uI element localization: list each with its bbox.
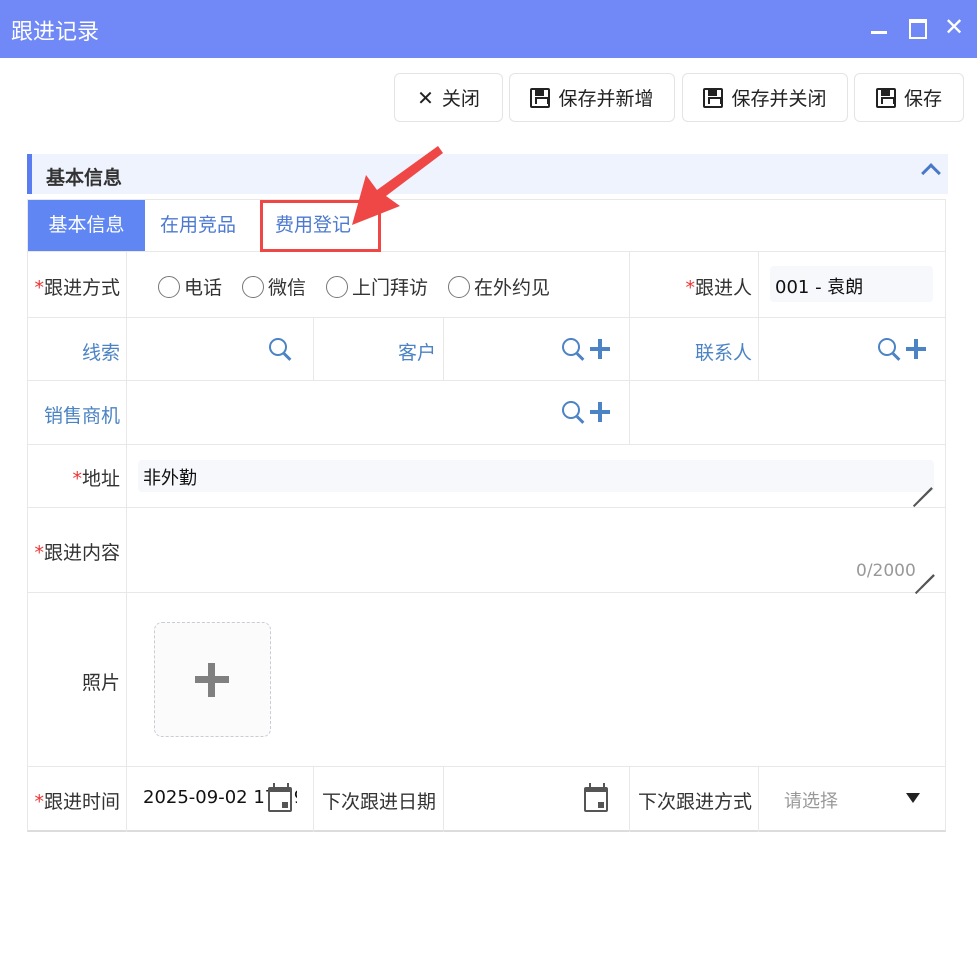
save-icon	[703, 87, 724, 108]
save-icon	[530, 87, 551, 108]
save-and-close-button[interactable]: 保存并关闭	[682, 73, 848, 122]
radio-circle-icon[interactable]	[242, 275, 265, 298]
time-label: *跟进时间	[34, 791, 120, 813]
minimize-icon[interactable]	[864, 12, 894, 42]
annotation-highlight-box	[260, 200, 381, 252]
close-button[interactable]: ✕ 关闭	[394, 73, 503, 122]
plus-icon	[195, 663, 229, 697]
contact-label[interactable]: 联系人	[630, 338, 752, 365]
calendar-icon[interactable]	[584, 783, 608, 812]
maximize-icon[interactable]	[901, 12, 931, 42]
save-icon	[875, 87, 896, 108]
dropdown-caret-icon[interactable]	[906, 793, 920, 803]
save-button[interactable]: 保存	[854, 73, 964, 122]
resize-handle-icon[interactable]	[908, 550, 935, 595]
method-label: *跟进方式	[34, 277, 120, 299]
opportunity-search-icon[interactable]	[562, 401, 586, 425]
radio-phone[interactable]: 电话	[158, 273, 222, 300]
address-label: *地址	[72, 468, 120, 490]
close-button-label: 关闭	[441, 88, 480, 110]
chevron-up-icon[interactable]	[921, 163, 941, 183]
radio-circle-icon[interactable]	[158, 275, 180, 298]
radio-meet[interactable]: 在外约见	[448, 273, 550, 300]
radio-wechat[interactable]: 微信	[242, 273, 306, 300]
save-and-new-button[interactable]: 保存并新增	[509, 73, 675, 122]
follower-label: *跟进人	[685, 277, 752, 299]
tab-basic-info[interactable]: 基本信息	[28, 200, 145, 251]
method-radio-group: 电话 微信 上门拜访 在外约见	[158, 273, 570, 300]
photo-label: 照片	[81, 672, 120, 694]
radio-circle-icon[interactable]	[326, 275, 349, 298]
save-and-close-label: 保存并关闭	[731, 88, 827, 110]
content-label: *跟进内容	[34, 542, 120, 564]
content-textarea[interactable]	[136, 512, 936, 586]
radio-visit[interactable]: 上门拜访	[326, 273, 428, 300]
next-method-select[interactable]: 请选择	[784, 787, 838, 813]
next-date-label: 下次跟进日期	[321, 791, 436, 813]
contact-search-icon[interactable]	[878, 338, 902, 362]
x-icon: ✕	[417, 85, 434, 110]
follower-field[interactable]: 001 - 袁朗	[770, 266, 933, 302]
tab-competitors[interactable]: 在用竞品	[145, 200, 251, 251]
tab-bar: 基本信息 在用竞品 费用登记	[27, 199, 946, 251]
next-method-label: 下次跟进方式	[637, 791, 752, 813]
section-header[interactable]: 基本信息	[27, 154, 948, 194]
photo-upload-button[interactable]	[154, 622, 271, 737]
content-counter: 0/2000	[856, 561, 916, 581]
resize-handle-icon[interactable]	[906, 463, 933, 508]
save-button-label: 保存	[903, 88, 942, 110]
customer-add-icon[interactable]	[590, 339, 610, 359]
title-bar: 跟进记录 ✕	[0, 0, 977, 58]
address-field[interactable]: 非外勤	[138, 460, 934, 492]
window-title: 跟进记录	[11, 20, 100, 45]
contact-add-icon[interactable]	[906, 339, 926, 359]
save-and-new-label: 保存并新增	[558, 88, 654, 110]
calendar-icon[interactable]	[268, 783, 292, 812]
radio-circle-icon[interactable]	[448, 275, 471, 298]
customer-search-icon[interactable]	[562, 338, 586, 362]
close-icon[interactable]: ✕	[939, 12, 969, 42]
lead-label[interactable]: 线索	[27, 338, 120, 365]
opportunity-label[interactable]: 销售商机	[27, 401, 120, 428]
customer-label[interactable]: 客户	[314, 338, 436, 365]
section-title: 基本信息	[46, 167, 123, 189]
opportunity-add-icon[interactable]	[590, 402, 610, 422]
lead-search-icon[interactable]	[269, 338, 293, 362]
